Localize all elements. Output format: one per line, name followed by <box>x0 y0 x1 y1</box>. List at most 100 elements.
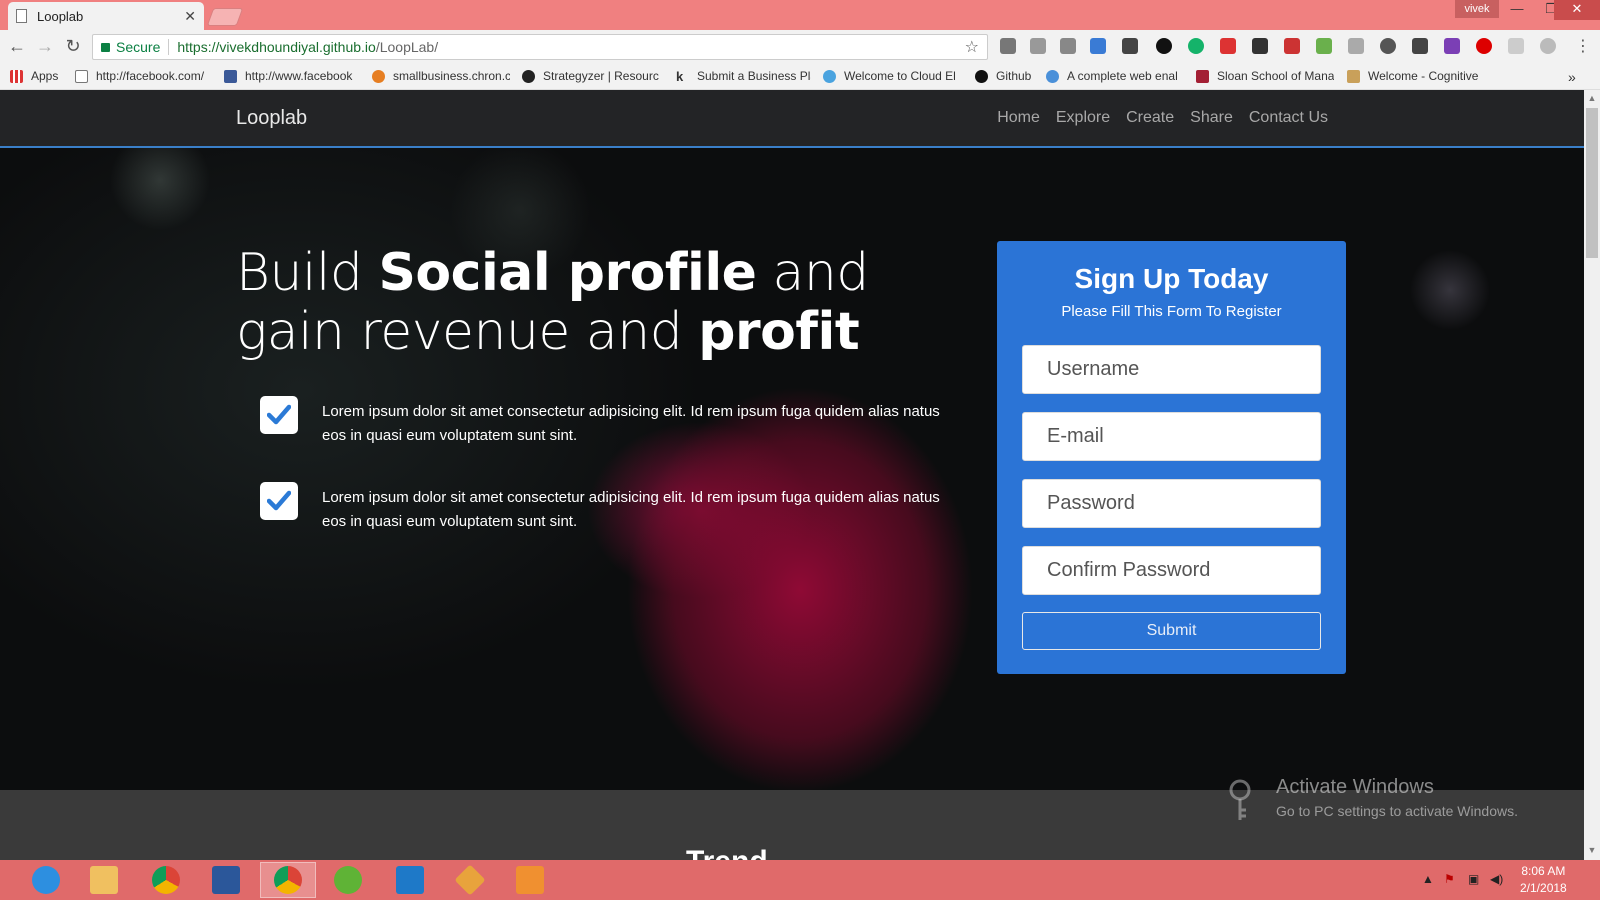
media-player-icon[interactable] <box>502 862 558 898</box>
address-bar[interactable]: Secure https://vivekdhoundiyal.github.io… <box>92 34 988 60</box>
page-icon <box>16 9 27 23</box>
bookmark-item[interactable]: Strategyzer | Resourc <box>522 69 662 83</box>
adblock-icon[interactable] <box>1476 38 1492 54</box>
bookmark-item[interactable]: A complete web enal <box>1046 69 1184 83</box>
divider <box>168 39 170 55</box>
minimize-button[interactable]: — <box>1500 0 1534 20</box>
github-icon[interactable] <box>1156 38 1172 54</box>
tab-title: Looplab <box>37 8 84 24</box>
k-icon: k <box>676 69 684 83</box>
back-icon[interactable]: ← <box>6 36 28 57</box>
extension-icon[interactable] <box>1252 38 1268 54</box>
bookmark-star-icon[interactable]: ☆ <box>965 37 979 57</box>
browser-tab[interactable]: Looplab ✕ <box>8 2 204 30</box>
email-input[interactable] <box>1022 412 1321 461</box>
nav-contact-us[interactable]: Contact Us <box>1249 109 1328 127</box>
activate-windows-watermark: Activate Windows Go to PC settings to ac… <box>1228 776 1518 820</box>
extension-icon[interactable] <box>1540 38 1556 54</box>
bookmark-item[interactable]: Sloan School of Mana <box>1196 69 1334 83</box>
windows-taskbar: ▲ ⚑ ▣ ◀) 8:06 AM 2/1/2018 <box>0 860 1600 900</box>
extension-icon[interactable] <box>1220 38 1236 54</box>
file-explorer-icon[interactable] <box>76 862 132 898</box>
bookmark-label: A complete web enal <box>1067 69 1178 83</box>
nav-create[interactable]: Create <box>1126 109 1174 127</box>
tray-expand-icon[interactable]: ▲ <box>1422 872 1434 886</box>
lock-icon <box>101 42 110 52</box>
browser-tab-strip: Looplab ✕ vivek — ❐ ✕ <box>0 0 1600 30</box>
bookmark-item[interactable]: smallbusiness.chron.c <box>372 69 510 83</box>
chrome-icon[interactable] <box>138 862 194 898</box>
extension-icon[interactable] <box>1412 38 1428 54</box>
scrollbar-thumb[interactable] <box>1586 108 1598 258</box>
chrome-active-icon[interactable] <box>260 862 316 898</box>
site-brand[interactable]: Looplab <box>236 107 307 130</box>
utorrent-icon[interactable] <box>320 862 376 898</box>
scroll-up-icon[interactable]: ▲ <box>1584 93 1600 103</box>
password-input[interactable] <box>1022 479 1321 528</box>
bookmark-item[interactable]: Github <box>975 69 1037 83</box>
secure-label: Secure <box>116 39 161 55</box>
nav-explore[interactable]: Explore <box>1056 109 1110 127</box>
toolbar: ← → ↻ Secure https://vivekdhoundiyal.git… <box>0 30 1600 64</box>
url-host: https://vivekdhoundiyal.github.io <box>177 39 376 55</box>
username-input[interactable] <box>1022 345 1321 394</box>
onenote-icon[interactable] <box>1444 38 1460 54</box>
nav-home[interactable]: Home <box>997 109 1040 127</box>
vertical-scrollbar[interactable]: ▲ ▼ <box>1584 90 1600 860</box>
bookmark-label: Sloan School of Mana <box>1217 69 1334 83</box>
internet-explorer-icon[interactable] <box>18 862 74 898</box>
eyedropper-icon[interactable] <box>1000 38 1016 54</box>
headline-emphasis: Social profile <box>378 243 757 303</box>
profile-badge[interactable]: vivek <box>1455 0 1499 18</box>
confirm-password-input[interactable] <box>1022 546 1321 595</box>
menu-icon[interactable]: ⋮ <box>1572 36 1594 56</box>
section-title: Trend <box>686 845 768 860</box>
extension-icon[interactable] <box>1316 38 1332 54</box>
strategyzer-icon <box>522 69 535 83</box>
grammarly-icon[interactable] <box>1188 38 1204 54</box>
extension-icon[interactable] <box>1348 38 1364 54</box>
signup-subtitle: Please Fill This Form To Register <box>1061 303 1282 320</box>
site-nav-links: Home Explore Create Share Contact Us <box>997 109 1328 127</box>
word-icon[interactable] <box>198 862 254 898</box>
nav-share[interactable]: Share <box>1190 109 1233 127</box>
todo-icon[interactable] <box>1284 38 1300 54</box>
close-tab-icon[interactable]: ✕ <box>184 8 196 25</box>
page-icon <box>75 69 88 83</box>
extension-icon[interactable] <box>1380 38 1396 54</box>
bookmark-item[interactable]: http://facebook.com/ <box>75 69 209 83</box>
git-icon[interactable] <box>442 862 498 898</box>
signup-title: Sign Up Today <box>1074 263 1269 294</box>
watermark-title: Activate Windows <box>1276 776 1434 798</box>
camera-icon[interactable] <box>1508 38 1524 54</box>
screenshot-icon[interactable] <box>1122 38 1138 54</box>
reload-icon[interactable]: ↻ <box>62 36 84 57</box>
code-icon[interactable] <box>1030 38 1046 54</box>
submit-button[interactable]: Submit <box>1022 612 1321 650</box>
cognitive-icon <box>1347 69 1360 83</box>
extension-icon[interactable] <box>1060 38 1076 54</box>
forward-icon[interactable]: → <box>34 36 56 57</box>
bookmarks-overflow-button[interactable]: » <box>1568 69 1576 85</box>
facebook-icon <box>224 69 237 83</box>
volume-icon[interactable]: ◀) <box>1490 872 1503 886</box>
bookmark-item[interactable]: k Submit a Business Pla <box>676 69 811 83</box>
bookmark-apps[interactable]: Apps <box>10 69 70 83</box>
vscode-icon[interactable] <box>382 862 438 898</box>
extension-icon[interactable] <box>1090 38 1106 54</box>
scroll-down-icon[interactable]: ▼ <box>1584 845 1600 855</box>
bookmark-item[interactable]: Welcome to Cloud El <box>823 69 963 83</box>
bookmark-item[interactable]: Welcome - Cognitive <box>1347 69 1481 83</box>
chron-icon <box>372 69 385 83</box>
site-navbar: Looplab Home Explore Create Share Contac… <box>0 90 1584 148</box>
taskbar-clock[interactable]: 8:06 AM 2/1/2018 <box>1520 863 1567 897</box>
bookmark-label: http://www.facebook <box>245 69 353 83</box>
action-center-flag-icon[interactable]: ⚑ <box>1444 872 1455 886</box>
bookmark-item[interactable]: http://www.facebook <box>224 69 358 83</box>
network-icon[interactable]: ▣ <box>1468 872 1479 886</box>
mit-icon <box>1196 69 1209 83</box>
bookmark-label: Apps <box>31 69 59 83</box>
checkmark-icon <box>260 482 298 520</box>
new-tab-button[interactable] <box>206 8 244 26</box>
close-window-button[interactable]: ✕ <box>1554 0 1600 20</box>
